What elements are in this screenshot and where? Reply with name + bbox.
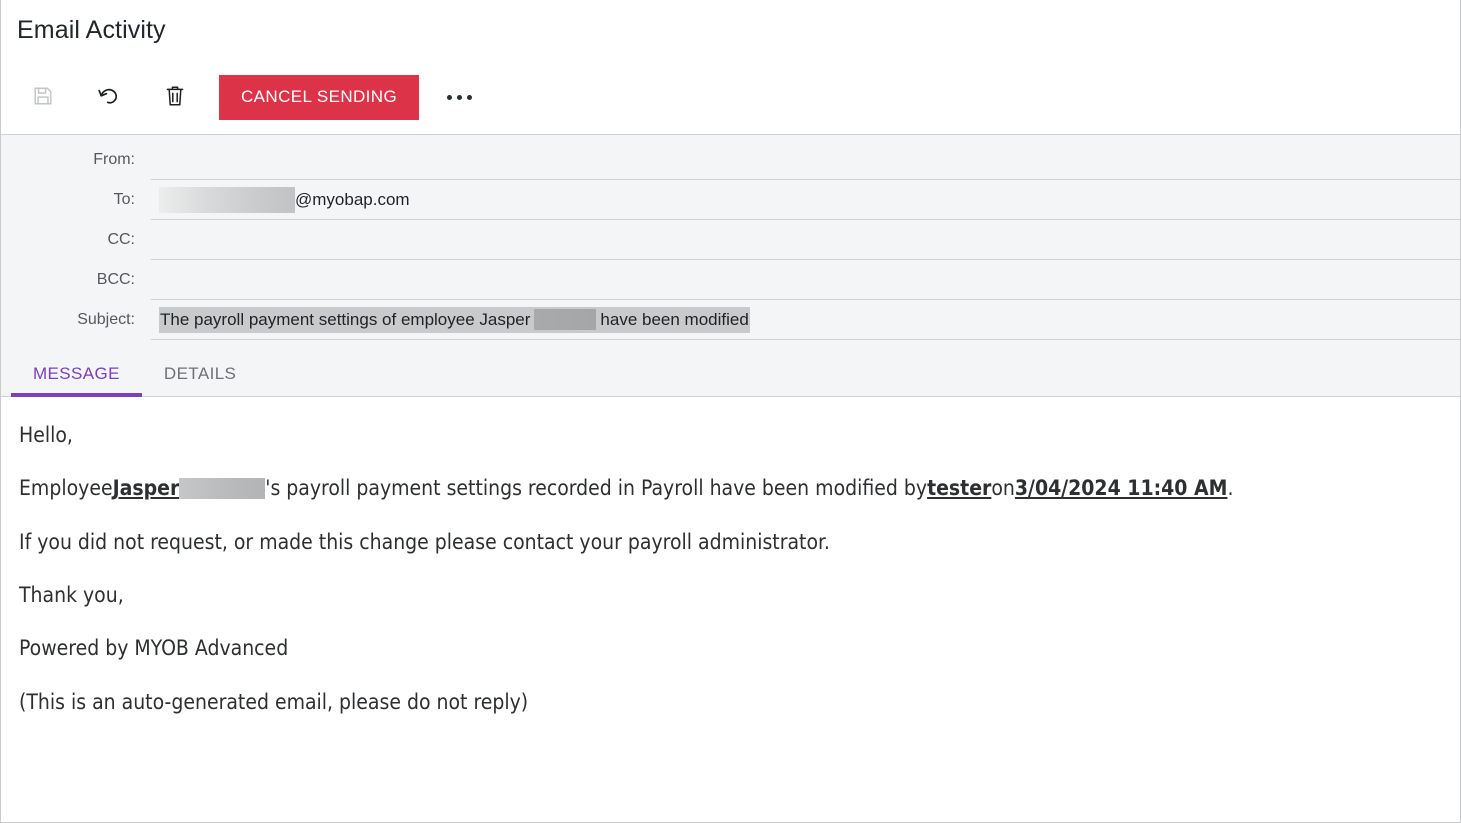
message-line2-mid: 's payroll payment settings recorded in … (265, 476, 928, 501)
trash-icon (164, 84, 186, 111)
modified-timestamp: 3/04/2024 11:40 AM (1014, 476, 1228, 501)
redacted-employee-surname (179, 478, 266, 500)
tab-bar: MESSAGE DETAILS (1, 340, 1460, 397)
undo-button[interactable] (85, 73, 133, 121)
message-notice-line: If you did not request, or made this cha… (19, 529, 830, 554)
save-icon (32, 85, 54, 110)
field-row-bcc: BCC: (1, 260, 1460, 300)
message-greeting: Hello, (19, 423, 73, 447)
save-button[interactable] (19, 73, 67, 121)
page-title: Email Activity (17, 15, 166, 44)
field-row-cc: CC: (1, 220, 1460, 260)
message-line2-on: on (991, 476, 1015, 501)
subject-selected-text: The payroll payment settings of employee… (159, 307, 750, 333)
field-row-subject: Subject: The payroll payment settings of… (1, 300, 1460, 340)
employee-name: Jasper (112, 476, 180, 501)
cc-label: CC: (107, 231, 135, 248)
ellipsis-icon (446, 94, 452, 100)
delete-button[interactable] (151, 73, 199, 121)
redacted-recipient (159, 187, 295, 213)
message-signoff: Thank you, (19, 583, 124, 608)
message-powered-by: Powered by MYOB Advanced (19, 636, 289, 661)
bcc-input[interactable] (151, 260, 1460, 300)
titlebar: Email Activity (1, 0, 1460, 60)
email-activity-window: Email Activity CANCEL SENDING From: To: … (0, 0, 1461, 823)
from-input[interactable] (151, 140, 1460, 180)
more-options-button[interactable] (437, 75, 481, 119)
email-header-fields: From: To: @myobap.com CC: BCC: Subject: … (1, 135, 1460, 340)
undo-icon (96, 84, 122, 111)
message-line2-prefix: Employee (19, 476, 113, 501)
field-row-from: From: (1, 135, 1460, 180)
ellipsis-icon (456, 94, 462, 100)
redacted-surname (534, 309, 597, 330)
cancel-sending-button[interactable]: CANCEL SENDING (219, 74, 420, 120)
to-label: To: (113, 191, 135, 208)
to-domain-text: @myobap.com (295, 190, 410, 209)
message-autogenerated-note: (This is an auto-generated email, please… (19, 689, 529, 714)
bcc-label: BCC: (96, 271, 135, 288)
to-input[interactable]: @myobap.com (151, 180, 1460, 220)
message-body[interactable]: Hello, Employee Jasper 's payroll payment… (1, 397, 1460, 780)
message-line2-period: . (1227, 476, 1234, 501)
from-label: From: (93, 151, 135, 168)
field-row-to: To: @myobap.com (1, 180, 1460, 220)
ellipsis-icon (466, 94, 472, 100)
modified-by-user: tester (927, 476, 992, 501)
subject-input[interactable]: The payroll payment settings of employee… (151, 300, 1460, 340)
subject-prefix: The payroll payment settings of employee… (160, 309, 531, 329)
subject-label: Subject: (77, 311, 135, 328)
subject-suffix: have been modified (600, 309, 749, 329)
message-main-line: Employee Jasper 's payroll payment settin… (19, 474, 1233, 502)
cc-input[interactable] (151, 220, 1460, 260)
tab-message[interactable]: MESSAGE (11, 364, 142, 397)
toolbar: CANCEL SENDING (1, 60, 1460, 135)
tab-details[interactable]: DETAILS (142, 364, 258, 396)
